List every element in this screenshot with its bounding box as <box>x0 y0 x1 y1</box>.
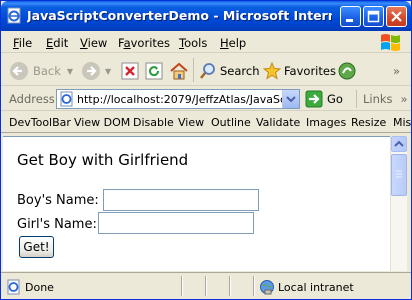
menu-edit[interactable]: Edit <box>46 36 68 50</box>
menu-tools[interactable]: Tools <box>179 36 207 50</box>
forward-arrow-icon <box>82 62 100 80</box>
back-button[interactable]: Back ▼ <box>9 60 73 82</box>
close-icon <box>391 11 402 22</box>
address-dropdown-button[interactable] <box>282 90 299 108</box>
security-zone-label: Local intranet <box>278 281 354 294</box>
girl-name-label: Girl's Name: <box>17 217 97 232</box>
links-button[interactable]: Links » <box>363 92 408 106</box>
devtoolbar-view-dom[interactable]: View DOM <box>74 116 130 129</box>
scroll-up-button[interactable] <box>391 136 407 152</box>
go-label: Go <box>327 92 343 106</box>
menu-view-accel: V <box>80 36 88 50</box>
minimize-button[interactable] <box>340 6 361 27</box>
status-divider <box>229 276 231 296</box>
girl-name-input[interactable] <box>98 212 254 234</box>
scroll-up-icon <box>394 140 404 147</box>
media-icon <box>338 62 356 80</box>
menu-view[interactable]: View <box>80 36 107 50</box>
menu-tools-label: ools <box>184 36 208 50</box>
back-arrow-icon <box>10 62 28 80</box>
page-content: Get Boy with Girlfriend Boy's Name: Girl… <box>3 136 390 271</box>
devtoolbar-outline[interactable]: Outline <box>211 116 251 129</box>
go-arrow-icon <box>305 90 323 108</box>
menu-favorites-accel: a <box>123 36 131 50</box>
go-button[interactable]: Go <box>305 90 343 108</box>
toolbar-overflow-chevron[interactable]: » <box>393 60 400 82</box>
back-label: Back <box>33 64 61 78</box>
boy-name-label: Boy's Name: <box>17 193 99 208</box>
get-button[interactable]: Get! <box>19 236 54 258</box>
favorites-star-icon <box>263 62 281 80</box>
dev-toolbar: DevToolBar View DOM Disable View Outline… <box>1 112 411 133</box>
forward-dropdown-icon[interactable]: ▼ <box>105 67 111 76</box>
address-separator <box>356 90 357 108</box>
scroll-thumb[interactable] <box>391 154 407 196</box>
favorites-label: Favorites <box>284 64 336 78</box>
devtoolbar-resize[interactable]: Resize <box>351 116 386 129</box>
status-divider <box>181 276 183 296</box>
intranet-globe-icon <box>260 280 274 295</box>
stop-button[interactable] <box>121 60 139 82</box>
ie-page-icon <box>7 7 21 24</box>
menu-help[interactable]: Help <box>220 36 246 50</box>
standard-toolbar: Back ▼ ▼ Search Favorites » <box>1 54 411 86</box>
stop-icon <box>121 62 139 80</box>
menu-favorites[interactable]: Favorites <box>118 36 170 50</box>
menu-bar: File Edit View Favorites Tools Help <box>1 31 411 53</box>
address-bar: Address Go Links » <box>1 87 411 111</box>
back-dropdown-icon[interactable]: ▼ <box>67 67 73 76</box>
devtoolbar-label: DevToolBar <box>9 116 71 129</box>
menu-help-accel: H <box>220 36 229 50</box>
boy-name-input[interactable] <box>103 189 259 211</box>
favorites-button[interactable]: Favorites <box>263 60 336 82</box>
links-label: Links <box>363 92 393 106</box>
devtoolbar-misc[interactable]: Mis <box>393 116 411 129</box>
browser-window: JavaScriptConverterDemo - Microsoft Inte… <box>0 0 412 300</box>
maximize-button[interactable] <box>363 6 384 27</box>
address-label: Address <box>9 92 55 106</box>
search-button[interactable]: Search <box>199 60 260 82</box>
page-icon <box>60 91 73 107</box>
devtoolbar-images[interactable]: Images <box>306 116 346 129</box>
status-bar: Done Local intranet <box>1 272 411 299</box>
home-icon <box>170 62 188 80</box>
address-input[interactable] <box>77 92 282 106</box>
page-done-icon <box>7 279 20 295</box>
links-overflow-chevron[interactable]: » <box>401 92 408 106</box>
home-button[interactable] <box>169 60 189 82</box>
menu-help-label: elp <box>228 36 247 50</box>
page-heading: Get Boy with Girlfriend <box>17 151 189 169</box>
menu-edit-label: dit <box>53 36 69 50</box>
search-label: Search <box>220 64 260 78</box>
toolbar-separator <box>193 58 194 82</box>
menu-file-label: ile <box>18 36 33 50</box>
menu-view-label: iew <box>87 36 108 50</box>
devtoolbar-disable[interactable]: Disable <box>133 116 174 129</box>
title-bar[interactable]: JavaScriptConverterDemo - Microsoft Inte… <box>1 1 411 31</box>
close-button[interactable] <box>386 6 407 27</box>
status-text: Done <box>25 281 54 294</box>
minimize-icon <box>346 19 353 22</box>
forward-button[interactable]: ▼ <box>81 60 111 82</box>
maximize-icon <box>367 10 380 23</box>
refresh-icon <box>145 62 163 80</box>
address-field[interactable] <box>56 89 300 109</box>
media-button[interactable] <box>337 60 357 82</box>
menu-file[interactable]: File <box>13 36 32 50</box>
devtoolbar-view[interactable]: View <box>178 116 204 129</box>
status-divider <box>253 276 255 296</box>
status-divider <box>205 276 207 296</box>
vertical-scrollbar[interactable] <box>390 136 407 271</box>
menu-favorites-label: vorites <box>130 36 170 50</box>
chevron-down-icon <box>286 96 296 103</box>
window-title: JavaScriptConverterDemo - Microsoft Inte… <box>27 8 332 23</box>
search-icon <box>199 63 215 79</box>
windows-logo-icon <box>381 34 400 51</box>
devtoolbar-validate[interactable]: Validate <box>256 116 300 129</box>
grip-icon <box>396 170 402 178</box>
refresh-button[interactable] <box>145 60 163 82</box>
